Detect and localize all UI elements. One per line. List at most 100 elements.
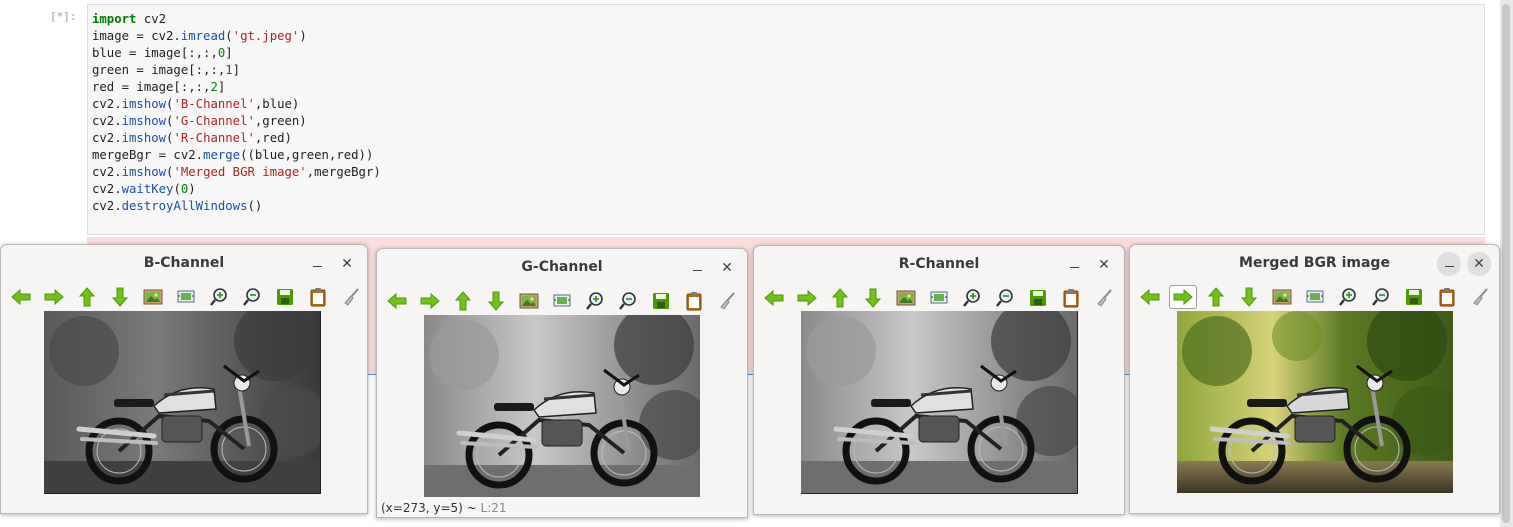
zoom-fit-button[interactable] <box>172 285 200 309</box>
minimize-button[interactable] <box>685 256 709 280</box>
minimize-button[interactable] <box>1437 252 1461 276</box>
code-token: cv2. <box>92 131 122 145</box>
close-button[interactable]: ✕ <box>1467 252 1491 276</box>
arrow-up-button[interactable] <box>449 289 477 313</box>
image-view[interactable] <box>44 311 321 494</box>
save-button[interactable] <box>271 285 299 309</box>
arrow-down-button[interactable] <box>1235 285 1263 309</box>
r-channel-window[interactable]: R-Channel ✕ <box>753 245 1125 515</box>
arrow-up-button[interactable] <box>73 285 101 309</box>
scrollbar-thumb[interactable] <box>1502 4 1510 523</box>
zoom-in-button[interactable] <box>958 286 986 310</box>
arrow-down-button[interactable] <box>106 285 134 309</box>
zoom-fit-button[interactable] <box>925 286 953 310</box>
close-icon: ✕ <box>1473 256 1485 272</box>
code-cell[interactable]: import cv2 image = cv2.imread('gt.jpeg')… <box>87 4 1485 235</box>
clipboard-button[interactable] <box>304 285 332 309</box>
image-view[interactable] <box>424 315 700 497</box>
b-channel-window[interactable]: B-Channel ✕ <box>0 244 368 514</box>
clipboard-icon <box>309 287 327 307</box>
window-titlebar[interactable]: G-Channel ✕ <box>377 249 747 287</box>
image-button[interactable] <box>139 285 167 309</box>
zoom-out-button[interactable] <box>238 285 266 309</box>
code-token: green = image[:,:, <box>92 63 226 77</box>
zoom-in-icon <box>962 288 982 308</box>
code-token: ) <box>188 182 196 196</box>
code-token: cv2. <box>92 114 122 128</box>
close-icon: ✕ <box>1098 257 1110 273</box>
window-titlebar[interactable]: Merged BGR image ✕ <box>1130 245 1499 283</box>
minimize-icon <box>692 269 702 272</box>
code-token: ] <box>225 46 233 60</box>
close-button[interactable]: ✕ <box>335 252 359 276</box>
close-button[interactable]: ✕ <box>1092 253 1116 277</box>
arrow-left-button[interactable] <box>383 289 411 313</box>
arrow-right-button[interactable] <box>416 289 444 313</box>
zoom-out-button[interactable] <box>991 286 1019 310</box>
code-token: ] <box>217 80 226 94</box>
clipboard-button[interactable] <box>1433 285 1461 309</box>
zoom-in-button[interactable] <box>205 285 233 309</box>
window-titlebar[interactable]: B-Channel ✕ <box>1 245 367 283</box>
arrow-left-icon <box>387 292 407 310</box>
zoom-fit-icon <box>1305 288 1325 306</box>
arrow-down-button[interactable] <box>859 286 887 310</box>
arrow-left-icon <box>1140 288 1160 306</box>
image-view[interactable] <box>1177 311 1453 493</box>
zoom-fit-button[interactable] <box>548 289 576 313</box>
image-icon <box>143 288 163 306</box>
close-button[interactable]: ✕ <box>715 256 739 280</box>
zoom-in-button[interactable] <box>581 289 609 313</box>
arrow-up-button[interactable] <box>826 286 854 310</box>
code-token: ) <box>299 29 307 43</box>
code-token: 1 <box>225 63 233 77</box>
code-token: 'B-Channel' <box>173 97 255 111</box>
arrow-right-button[interactable] <box>793 286 821 310</box>
zoom-fit-button[interactable] <box>1301 285 1329 309</box>
zoom-out-icon <box>1371 287 1391 307</box>
arrow-down-button[interactable] <box>482 289 510 313</box>
broom-button[interactable] <box>1090 286 1118 310</box>
broom-icon <box>717 291 737 311</box>
save-button[interactable] <box>1400 285 1428 309</box>
arrow-left-button[interactable] <box>7 285 35 309</box>
arrow-left-icon <box>764 289 784 307</box>
minimize-button[interactable] <box>305 252 329 276</box>
zoom-in-button[interactable] <box>1334 285 1362 309</box>
image-button[interactable] <box>515 289 543 313</box>
arrow-left-button[interactable] <box>760 286 788 310</box>
merged-bgr-window[interactable]: Merged BGR image ✕ <box>1129 244 1500 514</box>
window-titlebar[interactable]: R-Channel ✕ <box>754 246 1124 284</box>
code-editor[interactable]: import cv2 image = cv2.imread('gt.jpeg')… <box>92 11 381 215</box>
pixel-level: L:21 <box>480 501 507 515</box>
code-token: import <box>92 12 137 26</box>
zoom-out-button[interactable] <box>614 289 642 313</box>
broom-button[interactable] <box>713 289 741 313</box>
zoom-out-button[interactable] <box>1367 285 1395 309</box>
arrow-down-icon <box>111 287 129 307</box>
broom-button[interactable] <box>1466 285 1494 309</box>
g-channel-window[interactable]: G-Channel ✕ (x=273, y=5) ~ L:21 <box>376 248 748 518</box>
image-button[interactable] <box>892 286 920 310</box>
arrow-right-button[interactable] <box>40 285 68 309</box>
save-button[interactable] <box>647 289 675 313</box>
code-token: ,mergeBgr) <box>306 165 381 179</box>
image-icon <box>896 289 916 307</box>
arrow-up-button[interactable] <box>1202 285 1230 309</box>
image-view[interactable] <box>801 311 1078 494</box>
clipboard-button[interactable] <box>1057 286 1085 310</box>
arrow-right-button[interactable] <box>1169 285 1197 309</box>
close-icon: ✕ <box>721 260 733 276</box>
code-token: ,blue) <box>254 97 300 111</box>
minimize-button[interactable] <box>1062 253 1086 277</box>
broom-button[interactable] <box>337 285 365 309</box>
clipboard-button[interactable] <box>680 289 708 313</box>
code-token: 'G-Channel' <box>173 114 255 128</box>
image-button[interactable] <box>1268 285 1296 309</box>
code-token: cv2 <box>136 12 167 26</box>
save-button[interactable] <box>1024 286 1052 310</box>
window-toolbar <box>1136 285 1494 309</box>
code-token: 2 <box>210 80 218 94</box>
arrow-left-button[interactable] <box>1136 285 1164 309</box>
status-bar: (x=273, y=5) ~ L:21 <box>381 501 507 515</box>
